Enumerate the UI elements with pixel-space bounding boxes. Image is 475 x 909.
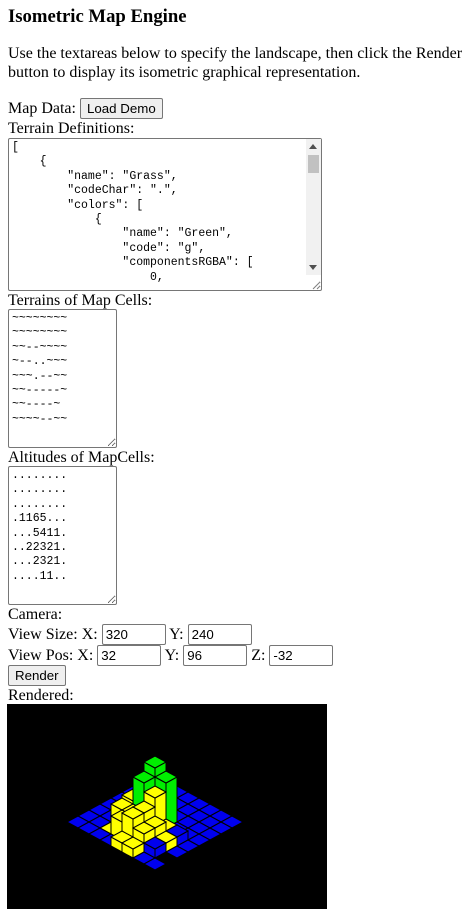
terrain-definitions-textarea[interactable] xyxy=(8,138,322,291)
render-button[interactable]: Render xyxy=(8,665,66,686)
terrains-textarea[interactable] xyxy=(8,309,117,448)
view-pos-z-input[interactable] xyxy=(269,645,334,666)
view-pos-y-input[interactable] xyxy=(183,645,248,666)
view-pos-x-label: View Pos: X: xyxy=(8,647,94,664)
view-size-x-input[interactable] xyxy=(101,624,166,645)
intro-text: Use the textareas below to specify the l… xyxy=(8,45,463,81)
isometric-render xyxy=(65,755,245,871)
view-pos-z-label: Z: xyxy=(251,647,266,664)
view-size-row: View Size: X: Y: xyxy=(8,624,252,645)
load-demo-button[interactable]: Load Demo xyxy=(79,98,163,119)
rendered-label: Rendered: xyxy=(8,687,74,704)
terrains-label: Terrains of Map Cells: xyxy=(8,292,153,309)
view-pos-row: View Pos: X: Y: Z: xyxy=(8,645,334,666)
altitudes-textarea[interactable] xyxy=(8,466,117,605)
view-pos-x-input[interactable] xyxy=(97,645,162,666)
render-row: Render xyxy=(8,665,66,686)
view-size-y-input[interactable] xyxy=(187,624,252,645)
map-data-label: Map Data: xyxy=(8,100,76,117)
terrain-definitions-label: Terrain Definitions: xyxy=(8,120,135,137)
rendered-canvas xyxy=(7,704,327,909)
view-size-x-label: View Size: X: xyxy=(8,626,98,643)
camera-label: Camera: xyxy=(8,606,63,623)
view-size-y-label: Y: xyxy=(169,626,184,643)
map-data-row: Map Data: Load Demo xyxy=(8,98,163,119)
page-title: Isometric Map Engine xyxy=(8,6,187,27)
altitudes-label: Altitudes of MapCells: xyxy=(8,449,155,466)
view-pos-y-label: Y: xyxy=(164,647,180,664)
